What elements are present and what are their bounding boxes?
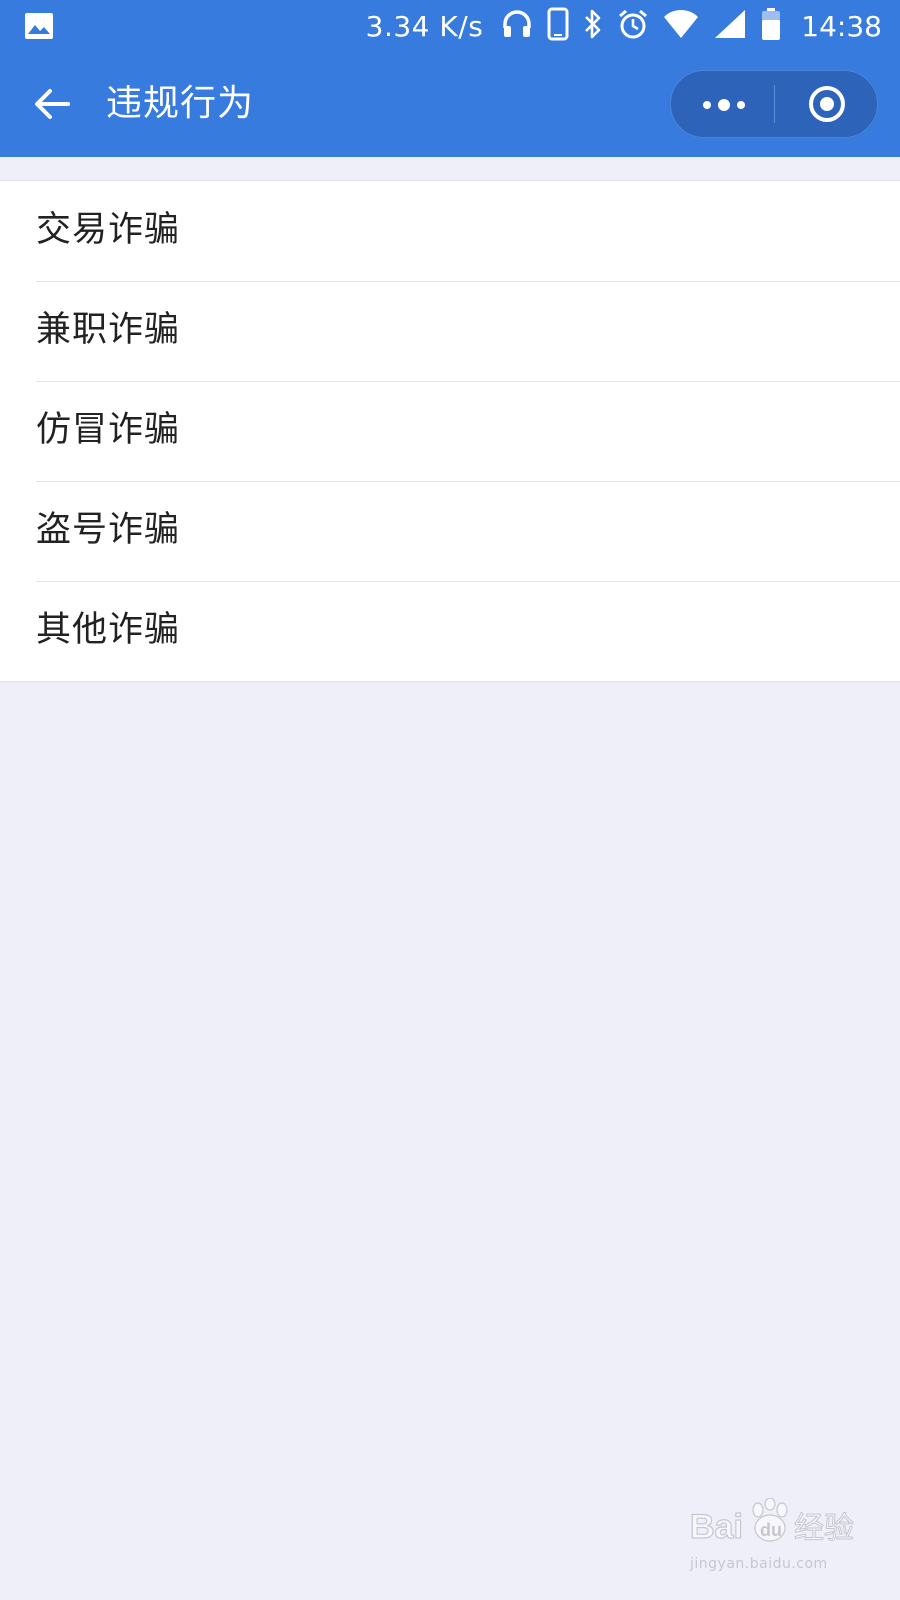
top-bar: 3.34 K/s 14:38 违规行为 [0, 0, 900, 157]
status-bar-right: 3.34 K/s 14:38 [366, 0, 882, 52]
baidu-jingyan-watermark: Bai du 经验 jingyan.baidu.com [690, 1498, 880, 1588]
baidu-logo-icon: Bai du 经验 [690, 1498, 855, 1547]
page-title: 违规行为 [106, 83, 255, 124]
list-item-label: 兼职诈骗 [36, 310, 181, 350]
watermark-url: jingyan.baidu.com [690, 1556, 828, 1572]
list-item-account-theft-fraud[interactable]: 盗号诈骗 [0, 481, 900, 581]
signal-icon [713, 8, 747, 44]
image-notification-icon [24, 12, 54, 40]
list-item-label: 仿冒诈骗 [36, 410, 181, 450]
headset-icon [501, 8, 533, 44]
svg-text:经验: 经验 [794, 1511, 854, 1546]
bluetooth-icon [583, 8, 603, 44]
back-arrow-icon[interactable] [30, 82, 74, 126]
list-item-parttime-fraud[interactable]: 兼职诈骗 [0, 281, 900, 381]
target-circle-icon[interactable] [775, 71, 879, 137]
list-item-other-fraud[interactable]: 其他诈骗 [0, 581, 900, 681]
more-dots-icon[interactable] [671, 71, 775, 137]
list-item-impersonation-fraud[interactable]: 仿冒诈骗 [0, 381, 900, 481]
battery-icon [761, 7, 781, 45]
alarm-icon [617, 8, 649, 44]
wifi-icon [663, 9, 699, 43]
capsule-menu [670, 70, 878, 138]
status-bar: 3.34 K/s 14:38 [0, 0, 900, 52]
violation-list: 交易诈骗 兼职诈骗 仿冒诈骗 盗号诈骗 其他诈骗 [0, 180, 900, 682]
svg-text:Bai: Bai [690, 1508, 743, 1546]
clock: 14:38 [801, 9, 882, 43]
network-speed: 3.34 K/s [365, 9, 484, 43]
list-item-label: 其他诈骗 [36, 610, 181, 650]
list-item-label: 交易诈骗 [36, 210, 181, 250]
svg-text:du: du [760, 1520, 782, 1540]
nav-bar: 违规行为 [0, 52, 900, 157]
list-item-label: 盗号诈骗 [36, 510, 181, 550]
list-item-trade-fraud[interactable]: 交易诈骗 [0, 181, 900, 281]
phone-icon [547, 7, 569, 45]
